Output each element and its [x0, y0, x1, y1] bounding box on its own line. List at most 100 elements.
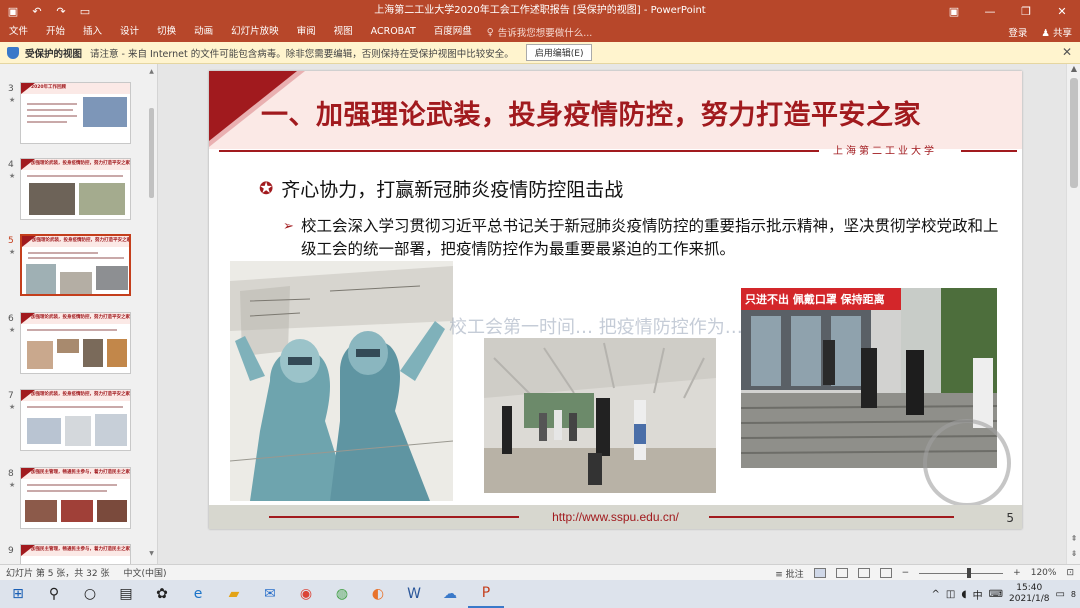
slide-title[interactable]: 一、加强理论武装，投身疫情防控，努力打造平安之家 [261, 93, 921, 132]
thumbnail-number: 3 [8, 84, 14, 94]
mail-icon[interactable]: ✉ [252, 580, 288, 608]
tab-acrobat[interactable]: ACROBAT [362, 22, 425, 42]
thumbnail-slide-7[interactable]: 7 ★ 加强理论武装，投身疫情防控，努力打造平安之家 [0, 389, 157, 459]
browser-icon[interactable]: ◐ [360, 580, 396, 608]
scroll-down-icon[interactable]: ▼ [148, 550, 155, 558]
fit-slide-icon[interactable]: ⊡ [1066, 568, 1074, 578]
redo-icon[interactable]: ↷ [54, 4, 68, 18]
slide-canvas[interactable]: 一、加强理论武装，投身疫情防控，努力打造平安之家 上海第二工业大学 ✪ 齐心协力… [209, 71, 1022, 529]
tab-design[interactable]: 设计 [111, 22, 148, 42]
system-tray: ^ ◫ ◖ 中 ⌨ 15:40 2021/1/8 ▭ 8 [931, 580, 1076, 608]
close-icon[interactable]: ✕ [1062, 45, 1072, 59]
wechat-app-icon[interactable]: ◍ [324, 580, 360, 608]
file-explorer-icon[interactable]: ▰ [216, 580, 252, 608]
zoom-in-icon[interactable]: + [1013, 568, 1021, 578]
footer-url[interactable]: http://www.sspu.edu.cn/ [209, 510, 1022, 524]
scroll-thumb[interactable] [149, 108, 154, 198]
normal-view-icon[interactable] [813, 568, 826, 578]
animation-star-icon: ★ [9, 248, 16, 256]
header-rule-right [961, 150, 1017, 152]
language-indicator[interactable]: 中文(中国) [123, 566, 166, 579]
protected-view-title: 受保护的视图 [25, 48, 83, 60]
tab-view[interactable]: 视图 [325, 22, 362, 42]
restore-icon[interactable]: ❐ [1008, 0, 1044, 22]
tab-review[interactable]: 审阅 [288, 22, 325, 42]
sketch-illustration-art [230, 261, 453, 501]
ribbon-tabs: 文件 开始 插入 设计 切换 动画 幻灯片放映 审阅 视图 ACROBAT 百度… [0, 22, 1080, 42]
thumbnail-slide-9[interactable]: 9 加强民主管理，畅通民主参与，着力打造民主之家 [0, 544, 157, 564]
tab-insert[interactable]: 插入 [74, 22, 111, 42]
scroll-up-icon[interactable]: ▲ [1067, 64, 1080, 73]
protected-view-bar: 受保护的视图 请注意 - 来自 Internet 的文件可能包含病毒。除非您需要… [0, 42, 1080, 64]
zoom-out-icon[interactable]: − [902, 568, 910, 578]
tab-animations[interactable]: 动画 [185, 22, 222, 42]
sketch-illustration[interactable] [230, 261, 453, 501]
tab-baidu-pan[interactable]: 百度网盘 [425, 22, 481, 42]
thumbnail-title: 加强民主管理，畅通民主参与，着力打造民主之家 [31, 470, 130, 475]
slideshow-icon[interactable] [879, 568, 892, 578]
title-bar: ▣ ↶ ↷ ▭ 上海第二工业大学2020年工会工作述职报告 [受保护的视图] -… [0, 0, 1080, 22]
edge-icon[interactable]: e [180, 580, 216, 608]
login-link[interactable]: 登录 [1008, 25, 1027, 39]
tab-file[interactable]: 文件 [0, 22, 37, 42]
bullet-text: 校工会深入学习贯彻习近平总书记关于新冠肺炎疫情防控的重要指示批示精神，坚决贯彻学… [301, 217, 999, 258]
tab-slideshow[interactable]: 幻灯片放映 [222, 22, 288, 42]
animation-star-icon: ★ [9, 403, 16, 411]
zoom-slider-knob[interactable] [967, 568, 972, 578]
save-icon[interactable]: ▣ [6, 4, 20, 18]
search-icon[interactable]: ⚲ [36, 580, 72, 608]
task-view-icon[interactable]: ▤ [108, 580, 144, 608]
scroll-up-icon[interactable]: ▲ [148, 68, 155, 76]
thumbnail-title: 加强理论武装，投身疫情防控，努力打造平安之家 [32, 238, 131, 243]
ime-indicator[interactable]: 中 [973, 587, 983, 602]
reading-view-icon[interactable] [857, 568, 870, 578]
undo-icon[interactable]: ↶ [30, 4, 44, 18]
tent-corridor-photo[interactable] [484, 338, 716, 493]
zoom-slider[interactable] [919, 568, 1004, 578]
volume-icon[interactable]: ◖ [961, 589, 966, 600]
slide-sorter-icon[interactable] [835, 568, 848, 578]
tray-expand-icon[interactable]: ^ [931, 589, 939, 600]
editor-scrollbar[interactable]: ▲ ⇞ ⇟ [1066, 64, 1080, 564]
page-up-icon[interactable]: ⇞ [1067, 534, 1080, 543]
present-icon[interactable]: ▭ [78, 4, 92, 18]
slide-page-number: 5 [1006, 511, 1014, 525]
thumbnail-slide-4[interactable]: 4 ★ 加强理论武装，投身疫情防控，努力打造平安之家 [0, 158, 157, 228]
enable-editing-button[interactable]: 启用编辑(E) [525, 44, 593, 61]
thumbnail-slide-8[interactable]: 8 ★ 加强民主管理，畅通民主参与，着力打造民主之家 [0, 467, 157, 537]
share-button[interactable]: ♟ 共享 [1041, 25, 1072, 39]
powerpoint-icon[interactable]: P [468, 580, 504, 608]
clock[interactable]: 15:40 2021/1/8 [1009, 583, 1049, 605]
app-icon[interactable]: ✿ [144, 580, 180, 608]
tab-transitions[interactable]: 切换 [148, 22, 185, 42]
minimize-icon[interactable]: — [972, 0, 1008, 22]
thumbnail-preview: 加强民主管理，畅通民主参与，着力打造民主之家 [20, 467, 131, 529]
tell-me-search[interactable]: ♀ 告诉我您想要做什么... [487, 25, 593, 40]
page-down-icon[interactable]: ⇟ [1067, 549, 1080, 558]
chrome-icon[interactable]: ◉ [288, 580, 324, 608]
slide-bullet-text[interactable]: ➢ 校工会深入学习贯彻习近平总书记关于新冠肺炎疫情防控的重要指示批示精神，坚决贯… [283, 215, 1011, 261]
network-drive-icon[interactable]: ☁ [432, 580, 468, 608]
notification-center-icon[interactable]: ▭ [1055, 589, 1064, 600]
close-icon[interactable]: ✕ [1044, 0, 1080, 22]
word-icon[interactable]: W [396, 580, 432, 608]
thumbnail-slide-6[interactable]: 6 ★ 加强理论武装，投身疫情防控，努力打造平安之家 [0, 312, 157, 382]
keyboard-icon[interactable]: ⌨ [989, 589, 1003, 600]
windows-start-icon[interactable]: ⊞ [0, 580, 36, 608]
zoom-level[interactable]: 120% [1031, 568, 1057, 578]
scroll-thumb[interactable] [1070, 78, 1078, 188]
notes-button[interactable]: ≡ 批注 [775, 567, 803, 580]
thumbnail-slide-3[interactable]: 3 ★ 2020年工作回顾 [0, 82, 157, 152]
tab-home[interactable]: 开始 [37, 22, 74, 42]
thumbnail-number: 9 [8, 546, 14, 556]
ribbon-display-icon[interactable]: ▣ [936, 0, 972, 22]
university-seal [923, 419, 1011, 507]
thumbnail-slide-5[interactable]: 5 ★ 加强理论武装，投身疫情防控，努力打造平安之家 [0, 234, 157, 304]
cortana-icon[interactable]: ○ [72, 580, 108, 608]
thumbnails-scrollbar[interactable]: ▲ ▼ [148, 68, 155, 558]
shield-icon [7, 46, 19, 59]
thumbnail-title: 加强理论武装，投身疫情防控，努力打造平安之家 [31, 161, 130, 166]
slide-subtitle[interactable]: ✪ 齐心协力，打赢新冠肺炎疫情防控阻击战 [259, 175, 623, 202]
network-icon[interactable]: ◫ [946, 589, 955, 600]
thumbnail-preview: 加强理论武装，投身疫情防控，努力打造平安之家 [20, 158, 131, 220]
